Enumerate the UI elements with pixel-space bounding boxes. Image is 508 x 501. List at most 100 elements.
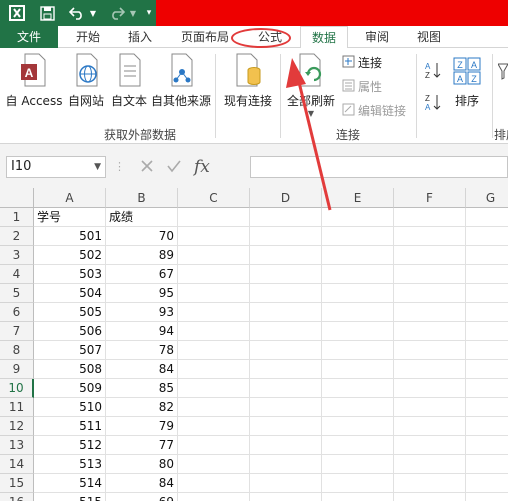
- cell-f1[interactable]: [394, 208, 466, 227]
- row-header[interactable]: 7: [0, 322, 34, 341]
- cell-f2[interactable]: [394, 227, 466, 246]
- cell-g11[interactable]: [466, 398, 508, 417]
- cell-f6[interactable]: [394, 303, 466, 322]
- cell-f13[interactable]: [394, 436, 466, 455]
- cell-g10[interactable]: [466, 379, 508, 398]
- cell-a3[interactable]: 502: [34, 246, 106, 265]
- cell-g1[interactable]: [466, 208, 508, 227]
- cell-b2[interactable]: 70: [106, 227, 178, 246]
- cell-a14[interactable]: 513: [34, 455, 106, 474]
- column-header-b[interactable]: B: [106, 188, 178, 208]
- cell-d16[interactable]: [250, 493, 322, 501]
- cell-d14[interactable]: [250, 455, 322, 474]
- cell-b8[interactable]: 78: [106, 341, 178, 360]
- cell-e4[interactable]: [322, 265, 394, 284]
- cell-f11[interactable]: [394, 398, 466, 417]
- cell-a12[interactable]: 511: [34, 417, 106, 436]
- from-access-button[interactable]: A 自 Access: [4, 52, 64, 109]
- cell-c9[interactable]: [178, 360, 250, 379]
- cell-a6[interactable]: 505: [34, 303, 106, 322]
- row-header[interactable]: 6: [0, 303, 34, 322]
- cell-c13[interactable]: [178, 436, 250, 455]
- cell-d15[interactable]: [250, 474, 322, 493]
- cell-c15[interactable]: [178, 474, 250, 493]
- cell-f3[interactable]: [394, 246, 466, 265]
- cell-f7[interactable]: [394, 322, 466, 341]
- cell-c4[interactable]: [178, 265, 250, 284]
- cell-b12[interactable]: 79: [106, 417, 178, 436]
- cell-d13[interactable]: [250, 436, 322, 455]
- undo-dropdown-icon[interactable]: ▼: [88, 3, 98, 23]
- cell-a16[interactable]: 515: [34, 493, 106, 501]
- cell-g12[interactable]: [466, 417, 508, 436]
- cell-e6[interactable]: [322, 303, 394, 322]
- sort-ascending-icon[interactable]: AZ: [424, 60, 442, 80]
- cell-b4[interactable]: 67: [106, 265, 178, 284]
- tab-insert[interactable]: 插入: [118, 26, 162, 48]
- name-box[interactable]: I10 ▼: [6, 156, 106, 178]
- cell-a15[interactable]: 514: [34, 474, 106, 493]
- cell-g5[interactable]: [466, 284, 508, 303]
- row-header[interactable]: 14: [0, 455, 34, 474]
- cell-a13[interactable]: 512: [34, 436, 106, 455]
- cell-d5[interactable]: [250, 284, 322, 303]
- cell-b10[interactable]: 85: [106, 379, 178, 398]
- cell-g14[interactable]: [466, 455, 508, 474]
- cell-a4[interactable]: 503: [34, 265, 106, 284]
- cell-d11[interactable]: [250, 398, 322, 417]
- cell-g9[interactable]: [466, 360, 508, 379]
- filter-partial-icon[interactable]: [498, 62, 508, 82]
- cell-g4[interactable]: [466, 265, 508, 284]
- cell-c10[interactable]: [178, 379, 250, 398]
- cell-a10[interactable]: 509: [34, 379, 106, 398]
- cell-d1[interactable]: [250, 208, 322, 227]
- cell-g7[interactable]: [466, 322, 508, 341]
- cell-f16[interactable]: [394, 493, 466, 501]
- cell-b13[interactable]: 77: [106, 436, 178, 455]
- from-web-button[interactable]: 自网站: [64, 52, 108, 109]
- enter-check-icon[interactable]: [166, 159, 182, 176]
- cell-d2[interactable]: [250, 227, 322, 246]
- tab-view[interactable]: 视图: [406, 26, 452, 48]
- cell-b9[interactable]: 84: [106, 360, 178, 379]
- cell-c16[interactable]: [178, 493, 250, 501]
- cell-g2[interactable]: [466, 227, 508, 246]
- cell-g15[interactable]: [466, 474, 508, 493]
- cell-a8[interactable]: 507: [34, 341, 106, 360]
- cell-b11[interactable]: 82: [106, 398, 178, 417]
- row-header[interactable]: 4: [0, 265, 34, 284]
- cell-c8[interactable]: [178, 341, 250, 360]
- cell-b5[interactable]: 95: [106, 284, 178, 303]
- cell-g8[interactable]: [466, 341, 508, 360]
- edit-links-button[interactable]: 编辑链接: [342, 102, 406, 119]
- customize-toolbar-icon[interactable]: ▾: [144, 3, 154, 23]
- column-header-c[interactable]: C: [178, 188, 250, 208]
- row-header[interactable]: 15: [0, 474, 34, 493]
- cell-a11[interactable]: 510: [34, 398, 106, 417]
- cell-d12[interactable]: [250, 417, 322, 436]
- tab-file[interactable]: 文件: [0, 26, 58, 48]
- row-header[interactable]: 12: [0, 417, 34, 436]
- refresh-all-button[interactable]: 全部刷新 ▼: [284, 52, 338, 118]
- cell-e11[interactable]: [322, 398, 394, 417]
- cell-c14[interactable]: [178, 455, 250, 474]
- cell-f8[interactable]: [394, 341, 466, 360]
- cell-d6[interactable]: [250, 303, 322, 322]
- cell-d9[interactable]: [250, 360, 322, 379]
- cell-c2[interactable]: [178, 227, 250, 246]
- save-icon[interactable]: [36, 3, 58, 23]
- sort-button[interactable]: ZAAZ 排序: [448, 52, 486, 109]
- cell-b14[interactable]: 80: [106, 455, 178, 474]
- cell-a5[interactable]: 504: [34, 284, 106, 303]
- insert-function-icon[interactable]: fx: [194, 157, 210, 177]
- cell-f5[interactable]: [394, 284, 466, 303]
- refresh-dropdown-icon[interactable]: ▼: [284, 109, 338, 118]
- undo-icon[interactable]: [66, 3, 88, 23]
- cell-a2[interactable]: 501: [34, 227, 106, 246]
- row-header[interactable]: 2: [0, 227, 34, 246]
- row-header[interactable]: 13: [0, 436, 34, 455]
- cell-b7[interactable]: 94: [106, 322, 178, 341]
- column-header-f[interactable]: F: [394, 188, 466, 208]
- cell-e1[interactable]: [322, 208, 394, 227]
- cell-a9[interactable]: 508: [34, 360, 106, 379]
